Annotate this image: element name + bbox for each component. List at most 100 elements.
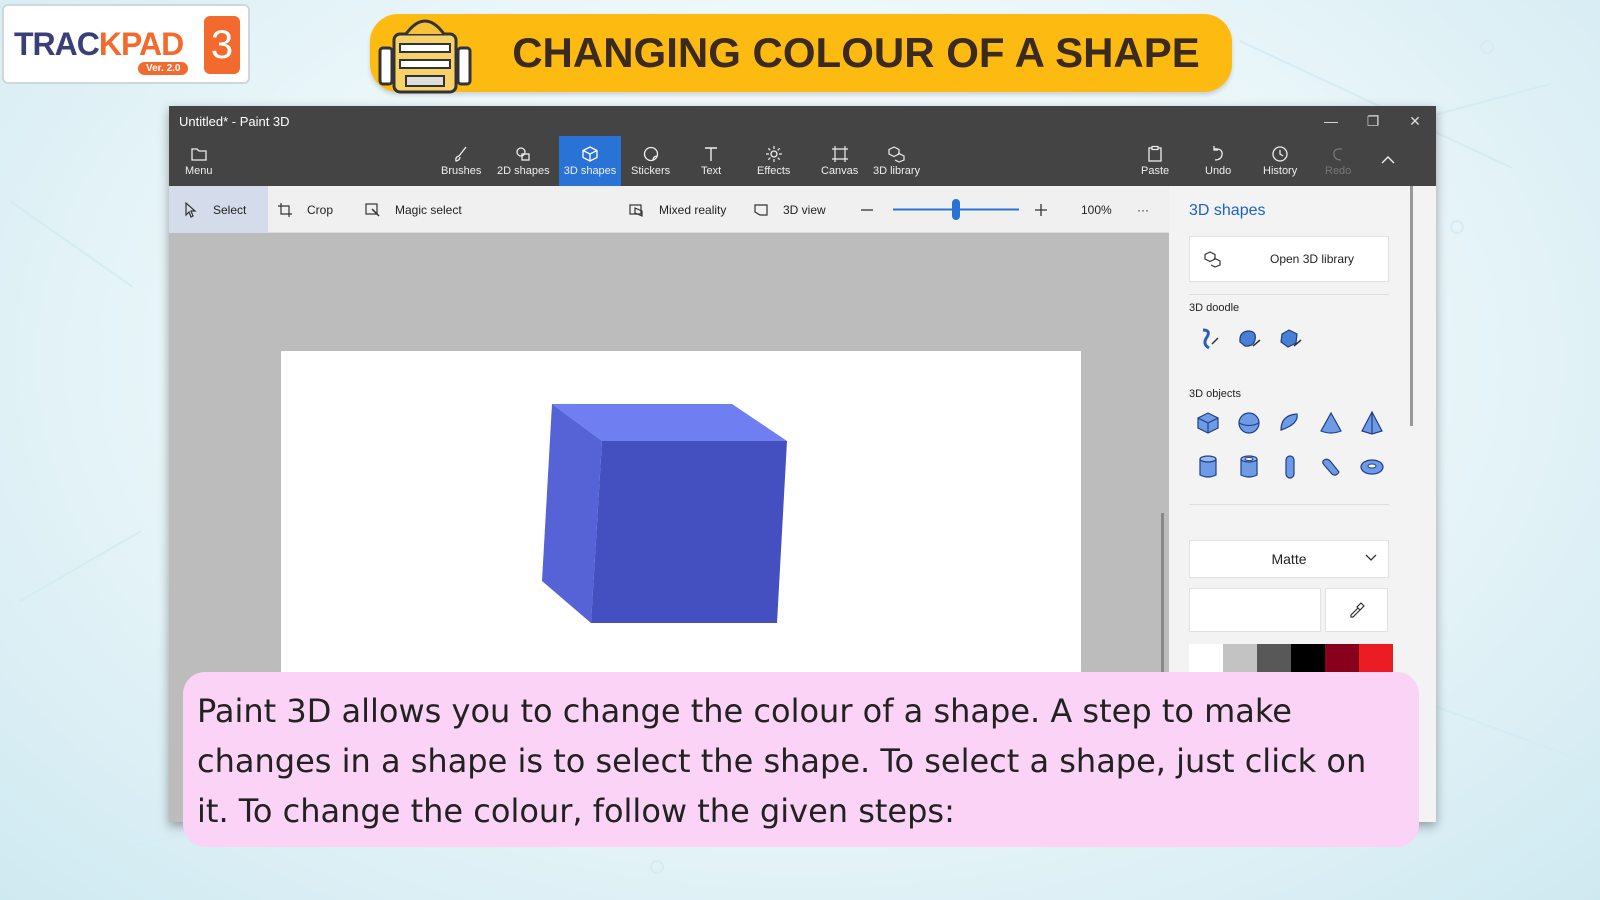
sphere-object[interactable] bbox=[1234, 408, 1264, 438]
close-icon[interactable]: ✕ bbox=[1394, 106, 1436, 136]
shapes-2d-icon bbox=[516, 147, 530, 161]
minimize-icon[interactable]: — bbox=[1310, 106, 1352, 136]
undo-button[interactable]: Undo bbox=[1201, 136, 1235, 186]
curved-tube-icon bbox=[1322, 458, 1340, 476]
mixed-reality-icon bbox=[629, 203, 643, 217]
canvas-icon bbox=[831, 146, 848, 162]
3d-view-button[interactable]: 3D view bbox=[753, 186, 826, 233]
tab-3d-shapes[interactable]: 3D shapes bbox=[559, 136, 621, 186]
color-swatch[interactable] bbox=[1257, 644, 1291, 674]
color-swatch[interactable] bbox=[1223, 644, 1257, 674]
doodle-tube-icon bbox=[1202, 328, 1219, 350]
cone-object[interactable] bbox=[1316, 408, 1346, 438]
cube-icon bbox=[582, 146, 598, 162]
doodle-sharp-edge[interactable] bbox=[1193, 324, 1223, 354]
menu-label: Menu bbox=[185, 165, 213, 177]
page-title: CHANGING COLOUR OF A SHAPE bbox=[512, 29, 1200, 76]
3d-view-label: 3D view bbox=[783, 202, 826, 217]
cube-object[interactable] bbox=[1193, 408, 1223, 438]
curved-cylinder-object[interactable] bbox=[1316, 452, 1346, 482]
material-value: Matte bbox=[1271, 551, 1307, 567]
open-library-label: Open 3D library bbox=[1270, 252, 1355, 266]
tab-brushes[interactable]: Brushes bbox=[437, 136, 485, 186]
ribbon: Menu Brushes 2D shapes 3D shapes Sticker… bbox=[169, 136, 1436, 186]
zoom-level[interactable]: 100% bbox=[1081, 186, 1112, 233]
doodle-label: 3D doodle bbox=[1189, 302, 1240, 314]
magic-select-tool[interactable]: Magic select bbox=[365, 186, 462, 233]
effects-label: Effects bbox=[757, 165, 791, 177]
chevron-up-icon bbox=[1381, 156, 1395, 164]
doodle-sharp-blob[interactable] bbox=[1275, 324, 1305, 354]
tube-object[interactable] bbox=[1234, 452, 1264, 482]
menu-button[interactable]: Menu bbox=[181, 136, 217, 186]
more-options-button[interactable]: ··· bbox=[1137, 186, 1149, 233]
collapse-ribbon-button[interactable] bbox=[1375, 136, 1401, 186]
restore-icon[interactable]: ❐ bbox=[1352, 106, 1394, 136]
stickers-label: Stickers bbox=[631, 165, 671, 177]
capsule-object[interactable] bbox=[1275, 452, 1305, 482]
mixed-reality-button[interactable]: Mixed reality bbox=[629, 186, 726, 233]
tab-canvas[interactable]: Canvas bbox=[817, 136, 862, 186]
logo-text-a: TRAC bbox=[14, 25, 100, 62]
tab-text[interactable]: Text bbox=[697, 136, 725, 186]
3d-objects-row-2 bbox=[1193, 452, 1387, 482]
library-icon bbox=[1204, 251, 1221, 268]
zoom-in-button[interactable] bbox=[1033, 186, 1049, 233]
text-label: Text bbox=[701, 165, 722, 177]
doodle-soft-edge[interactable] bbox=[1234, 324, 1264, 354]
redo-icon bbox=[1333, 148, 1343, 161]
donut-icon bbox=[1360, 459, 1384, 475]
capsule-icon bbox=[1285, 455, 1295, 479]
donut-object[interactable] bbox=[1357, 452, 1387, 482]
logo-wordmark: TRACKPAD bbox=[14, 25, 184, 63]
paste-button[interactable]: Paste bbox=[1137, 136, 1173, 186]
logo-number: 3 bbox=[204, 16, 240, 74]
color-swatch[interactable] bbox=[1325, 644, 1359, 674]
library-icon bbox=[887, 146, 905, 163]
objects-label: 3D objects bbox=[1189, 388, 1241, 400]
hemisphere-object[interactable] bbox=[1275, 408, 1305, 438]
window-titlebar: Untitled* - Paint 3D — ❐ ✕ bbox=[169, 106, 1436, 136]
select-tool[interactable]: Select bbox=[169, 186, 269, 233]
current-color-swatch[interactable] bbox=[1189, 588, 1321, 632]
zoom-slider[interactable] bbox=[891, 186, 1021, 233]
crop-icon bbox=[278, 202, 292, 217]
tab-2d-shapes[interactable]: 2D shapes bbox=[493, 136, 554, 186]
tab-3d-library[interactable]: 3D library bbox=[869, 136, 924, 186]
doodle-blob-icon bbox=[1239, 330, 1261, 347]
more-label: ··· bbox=[1137, 202, 1149, 217]
caption-box: Paint 3D allows you to change the colour… bbox=[183, 672, 1419, 847]
color-swatch[interactable] bbox=[1359, 644, 1393, 674]
text-icon bbox=[705, 147, 718, 161]
tool-bar: Select Crop Magic select Mixed reality 3… bbox=[169, 186, 1169, 233]
magic-select-label: Magic select bbox=[395, 202, 462, 217]
zoom-out-button[interactable] bbox=[859, 186, 875, 233]
sticker-icon bbox=[643, 146, 658, 162]
color-palette bbox=[1189, 644, 1393, 674]
sun-icon bbox=[765, 146, 782, 162]
cone-icon bbox=[1320, 411, 1342, 434]
panel-title: 3D shapes bbox=[1189, 202, 1266, 219]
brushes-label: Brushes bbox=[441, 165, 482, 177]
cylinder-object[interactable] bbox=[1193, 452, 1223, 482]
cube-front-face bbox=[591, 441, 787, 623]
redo-button[interactable]: Redo bbox=[1321, 136, 1355, 186]
open-3d-library-button[interactable]: Open 3D library bbox=[1189, 236, 1389, 282]
window-title: Untitled* - Paint 3D bbox=[179, 113, 290, 129]
panel-scrollbar[interactable] bbox=[1410, 186, 1413, 426]
zoom-value: 100% bbox=[1081, 202, 1112, 217]
shapes3d-label: 3D shapes bbox=[563, 165, 617, 177]
minus-icon bbox=[861, 208, 873, 211]
cube-icon bbox=[1197, 412, 1219, 434]
history-button[interactable]: History bbox=[1259, 136, 1301, 186]
color-swatch[interactable] bbox=[1291, 644, 1325, 674]
color-swatch[interactable] bbox=[1189, 644, 1223, 674]
pyramid-object[interactable] bbox=[1357, 408, 1387, 438]
material-dropdown[interactable]: Matte bbox=[1189, 540, 1389, 578]
tab-stickers[interactable]: Stickers bbox=[627, 136, 674, 186]
eyedropper-button[interactable] bbox=[1325, 588, 1388, 632]
crop-tool[interactable]: Crop bbox=[277, 186, 333, 233]
cylinder-icon bbox=[1199, 455, 1217, 478]
doodle-tools bbox=[1193, 324, 1305, 354]
tab-effects[interactable]: Effects bbox=[753, 136, 794, 186]
